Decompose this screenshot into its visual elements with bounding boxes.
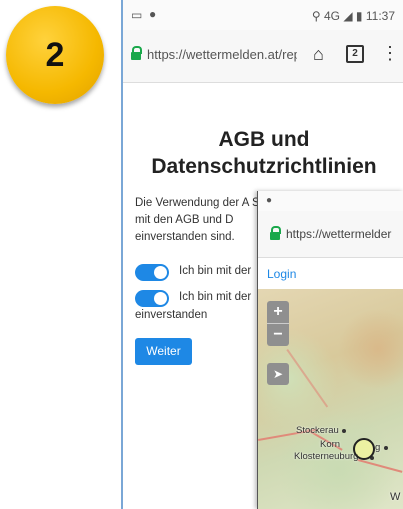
map-road (357, 459, 403, 473)
place-label-korn-suffix: g (375, 442, 381, 453)
zoom-out-button[interactable]: − (267, 324, 289, 346)
step-badge: 2 (6, 6, 104, 104)
place-dot (384, 446, 388, 450)
page-title-line1: AGB und (218, 128, 310, 151)
place-label-w: W (390, 491, 401, 503)
clock: 11:37 (365, 9, 395, 23)
place-dot (342, 429, 346, 433)
step-number: 2 (45, 35, 65, 74)
status-right: ⚲ 4G ◢ ▮ 11:37 (312, 9, 395, 23)
home-icon[interactable]: ⌂ (313, 44, 324, 65)
page-title-line2: Datenschutzrichtlinien (151, 155, 377, 178)
browser-toolbar: https://wettermelden.at/rep ⌂ 2 ⋮ (123, 30, 403, 83)
map-road (286, 349, 329, 408)
login-link[interactable]: Login (267, 267, 296, 281)
lock-icon (131, 46, 142, 60)
gallery-icon: ▭ (131, 8, 143, 22)
lock-icon-2 (270, 226, 281, 240)
zoom-in-button[interactable]: + (267, 301, 289, 323)
menu-icon[interactable]: ⋮ (381, 43, 399, 64)
location-marker[interactable] (353, 438, 375, 460)
weiter-button[interactable]: Weiter (135, 338, 192, 365)
android-icon: ● (149, 7, 157, 21)
signal-icon: ◢ (343, 9, 353, 23)
url-field[interactable]: https://wettermelden.at/rep (147, 47, 297, 62)
status-bar-2: ● (258, 191, 403, 211)
android-icon-2: ● (266, 195, 273, 206)
privacy-toggle-label: Ich bin mit der (179, 291, 252, 303)
place-label-stockerau: Stockerau (296, 425, 339, 436)
battery-icon: ▮ (355, 9, 363, 23)
agb-toggle-label: Ich bin mit der (179, 265, 252, 277)
location-icon: ⚲ (311, 9, 321, 23)
map-view[interactable]: + − ➤ Stockerau Korn g Klosterneuburg W (258, 289, 403, 509)
tab-count-button[interactable]: 2 (346, 45, 364, 63)
place-label-klosterneuburg: Klosterneuburg (294, 451, 359, 462)
browser-toolbar-2: https://wettermelder (258, 211, 403, 258)
privacy-toggle[interactable] (135, 290, 169, 307)
privacy-toggle-label-cont: einverstanden (135, 309, 208, 321)
place-label-korn: Korn (320, 439, 341, 450)
url-field-2[interactable]: https://wettermelder (286, 227, 391, 241)
status-bar: ▭ ● ⚲ 4G ◢ ▮ 11:37 (123, 0, 403, 30)
locate-button[interactable]: ➤ (267, 363, 289, 385)
zoom-control: + − (267, 301, 289, 346)
agb-toggle[interactable] (135, 264, 169, 281)
navigation-arrow-icon: ➤ (272, 367, 284, 381)
phone-screen-map: ● https://wettermelder Login + − ➤ Stock… (257, 191, 403, 509)
network-label: 4G (323, 9, 340, 23)
